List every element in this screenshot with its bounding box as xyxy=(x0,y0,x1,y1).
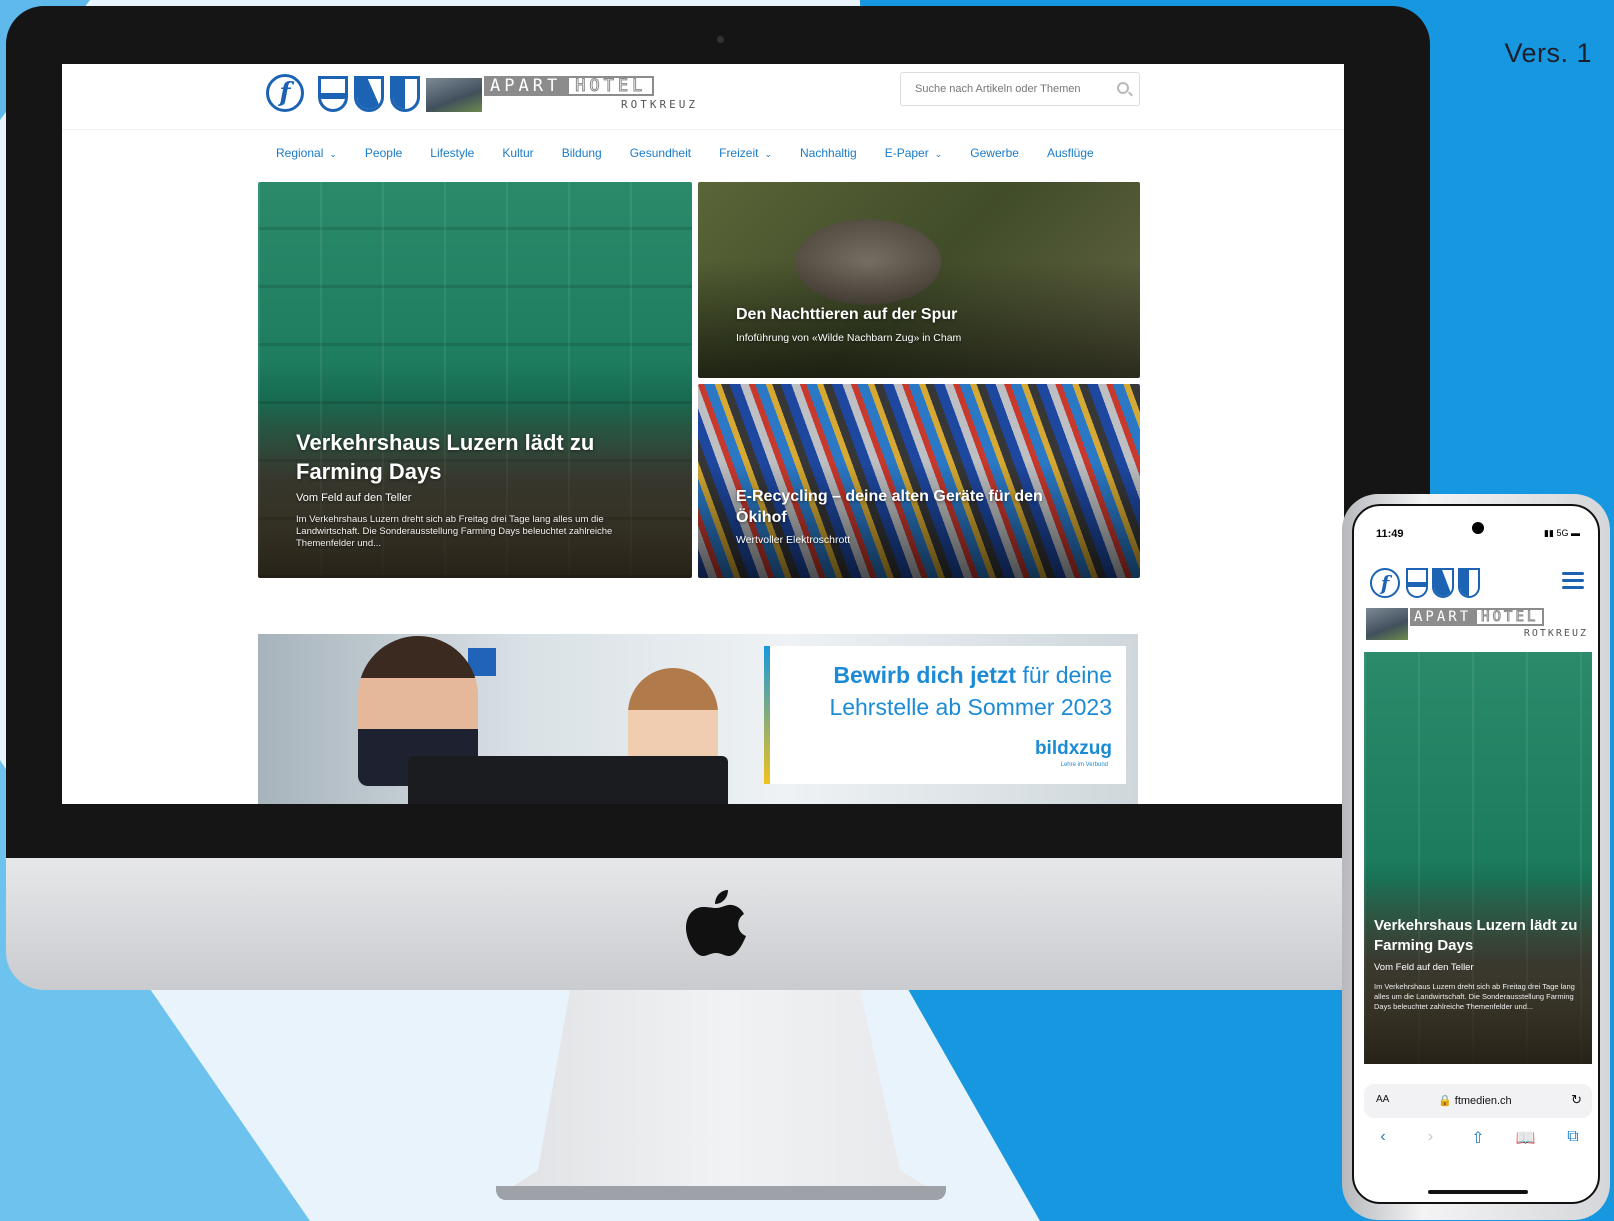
browser-toolbar: ‹ › ⇧ 📖 ⧉ xyxy=(1364,1128,1592,1158)
hero-main-title[interactable]: Verkehrshaus Luzern lädt zu Farming Days xyxy=(296,428,636,486)
nav-item-gesundheit[interactable]: Gesundheit xyxy=(630,146,691,160)
search-box xyxy=(900,72,1140,106)
nav-label: People xyxy=(364,146,403,160)
site-header: f APART HOTEL ROTKREUZ xyxy=(62,64,1344,130)
nav-item-epaper[interactable]: E-Paper ⌄ xyxy=(885,146,943,160)
site-logo[interactable]: f xyxy=(266,74,304,112)
ad-banner-bildxzug[interactable]: Bewirb dich jetzt für deine Lehrstelle a… xyxy=(258,634,1138,804)
phone-screen: 11:49 ▮▮ 5G ▬ f APART HOTEL ROTKREUZ Ver… xyxy=(1352,504,1600,1204)
url-text: 🔒 ftmedien.ch xyxy=(1438,1094,1512,1107)
nav-label: Ausflüge xyxy=(1046,146,1094,160)
nav-item-people[interactable]: People xyxy=(365,146,402,160)
zug-shield-icon xyxy=(1406,568,1428,598)
search-icon[interactable] xyxy=(1117,82,1129,94)
nav-item-kultur[interactable]: Kultur xyxy=(502,146,533,160)
lock-icon: 🔒 xyxy=(1438,1095,1452,1107)
share-icon[interactable]: ⇧ xyxy=(1467,1128,1489,1158)
version-label: Vers. 1 xyxy=(1504,38,1592,68)
back-icon[interactable]: ‹ xyxy=(1372,1128,1394,1158)
ad-monitor-image xyxy=(408,756,728,804)
hero-article-nachttiere[interactable]: Den Nachttieren auf der Spur Infoführung… xyxy=(698,182,1140,378)
camera-dot xyxy=(717,36,724,43)
ad-card: Bewirb dich jetzt für deine Lehrstelle a… xyxy=(764,646,1126,784)
smartphone: 11:49 ▮▮ 5G ▬ f APART HOTEL ROTKREUZ Ver… xyxy=(1342,494,1610,1220)
luzern-shield-icon xyxy=(354,76,384,112)
mobile-hero-title[interactable]: Verkehrshaus Luzern lädt zu Farming Days xyxy=(1374,916,1586,956)
mobile-hero-article[interactable]: Verkehrshaus Luzern lädt zu Farming Days… xyxy=(1364,652,1592,1064)
forward-icon[interactable]: › xyxy=(1420,1128,1442,1158)
mobile-hero-subtitle: Vom Feld auf den Teller xyxy=(1374,962,1474,973)
nav-item-lifestyle[interactable]: Lifestyle xyxy=(430,146,474,160)
signal-icon: ▮▮ xyxy=(1544,528,1554,538)
nav-label: Gesundheit xyxy=(629,146,692,160)
chevron-down-icon: ⌄ xyxy=(934,149,943,159)
imac-stand-foot xyxy=(496,1186,946,1200)
schwyz-shield-icon xyxy=(390,76,420,112)
network-label: 5G xyxy=(1556,528,1569,538)
hotel-brand-location: ROTKREUZ xyxy=(1523,628,1588,639)
status-time: 11:49 xyxy=(1376,528,1404,540)
nav-item-regional[interactable]: Regional ⌄ xyxy=(276,146,337,160)
battery-icon: ▬ xyxy=(1571,528,1580,538)
front-camera xyxy=(1472,522,1484,534)
hotel-brand-hotel: HOTEL xyxy=(567,76,655,96)
nav-item-gewerbe[interactable]: Gewerbe xyxy=(970,146,1019,160)
ad-headline-line2: Lehrstelle ab Sommer 2023 xyxy=(829,694,1112,720)
nav-label: E-Paper xyxy=(884,146,929,160)
url-label: ftmedien.ch xyxy=(1454,1095,1512,1107)
luzern-shield-icon xyxy=(1432,568,1454,598)
nav-item-bildung[interactable]: Bildung xyxy=(562,146,602,160)
schwyz-shield-icon xyxy=(1458,568,1480,598)
ad-headline-rest: für deine xyxy=(1016,662,1112,688)
hotel-brand-hotel: HOTEL xyxy=(1475,608,1545,626)
tabs-icon[interactable]: ⧉ xyxy=(1562,1128,1584,1158)
desktop-browser-screen: f APART HOTEL ROTKREUZ Regional ⌄ People … xyxy=(62,64,1344,804)
hero-side-bottom-title[interactable]: E-Recycling – deine alten Geräte für den… xyxy=(736,486,1086,528)
nav-label: Freizeit xyxy=(719,146,759,160)
ad-tagline: Lehre im Verbund xyxy=(1060,762,1108,768)
nav-label: Nachhaltig xyxy=(800,146,857,160)
chevron-down-icon: ⌄ xyxy=(329,149,337,159)
hotel-building-image xyxy=(426,78,482,112)
nav-label: Lifestyle xyxy=(430,146,475,160)
apple-logo-icon xyxy=(684,884,748,958)
hotel-brand-apart: APART xyxy=(1410,608,1476,626)
nav-item-ausfluege[interactable]: Ausflüge xyxy=(1047,146,1094,160)
hotel-brand-apart: APART xyxy=(484,76,568,96)
hero-main-excerpt: Im Verkehrshaus Luzern dreht sich ab Fre… xyxy=(296,514,613,549)
hero-side-top-subtitle: Infoführung von «Wilde Nachbarn Zug» in … xyxy=(736,332,962,344)
nav-label: Regional xyxy=(276,146,324,160)
chevron-down-icon: ⌄ xyxy=(764,149,772,159)
nav-label: Gewerbe xyxy=(970,146,1019,160)
hero-side-top-title[interactable]: Den Nachttieren auf der Spur xyxy=(736,306,957,324)
hamburger-menu-icon[interactable] xyxy=(1562,572,1584,590)
ad-headline: Bewirb dich jetzt für deine xyxy=(833,662,1112,689)
nav-label: Kultur xyxy=(502,146,534,160)
hero-side-bottom-subtitle: Wertvoller Elektroschrott xyxy=(736,534,851,546)
nav-item-freizeit[interactable]: Freizeit ⌄ xyxy=(719,146,772,160)
home-indicator xyxy=(1428,1190,1528,1194)
hero-article-main[interactable]: Verkehrshaus Luzern lädt zu Farming Days… xyxy=(258,182,692,578)
aparthotel-logo[interactable]: APART HOTEL ROTKREUZ xyxy=(1410,608,1588,639)
hotel-brand-location: ROTKREUZ xyxy=(621,98,698,111)
aparthotel-logo[interactable]: APART HOTEL ROTKREUZ xyxy=(484,76,702,111)
mobile-site-logo[interactable]: f xyxy=(1370,568,1400,598)
nav-label: Bildung xyxy=(561,146,602,160)
ad-headline-bold: Bewirb dich jetzt xyxy=(833,662,1017,688)
status-network: ▮▮ 5G ▬ xyxy=(1544,528,1580,539)
reader-aa-button[interactable]: AA xyxy=(1376,1094,1389,1105)
browser-address-bar[interactable]: AA 🔒 ftmedien.ch ↻ xyxy=(1364,1084,1592,1118)
main-nav: Regional ⌄ People Lifestyle Kultur Bildun… xyxy=(276,146,1122,160)
hero-article-erecycling[interactable]: E-Recycling – deine alten Geräte für den… xyxy=(698,384,1140,578)
reload-icon[interactable]: ↻ xyxy=(1571,1092,1582,1108)
search-input[interactable] xyxy=(901,73,1101,105)
ad-brand: bildxzug xyxy=(1034,738,1112,759)
hero-main-subtitle: Vom Feld auf den Teller xyxy=(296,492,412,504)
mobile-hero-excerpt: Im Verkehrshaus Luzern dreht sich ab Fre… xyxy=(1374,982,1575,1011)
hotel-building-image xyxy=(1366,608,1408,640)
nav-item-nachhaltig[interactable]: Nachhaltig xyxy=(800,146,857,160)
bookmarks-icon[interactable]: 📖 xyxy=(1515,1128,1537,1158)
zug-shield-icon xyxy=(318,76,348,112)
